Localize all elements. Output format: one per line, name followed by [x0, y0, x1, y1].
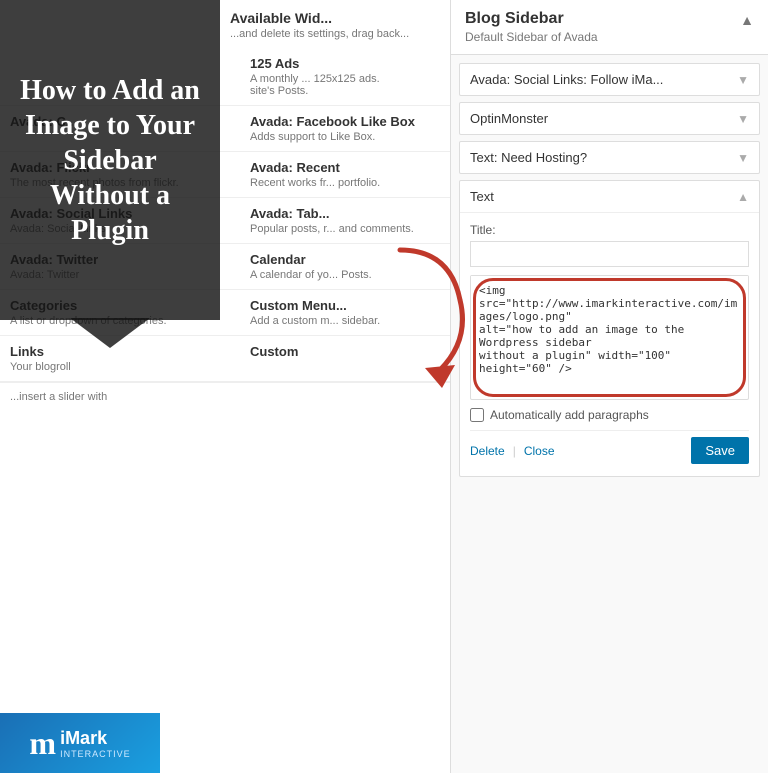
- widget-label: Text: Need Hosting?: [470, 150, 587, 165]
- chevron-up-icon: ▲: [737, 190, 749, 204]
- logo-tagline: INTERACTIVE: [60, 749, 131, 759]
- footer-separator: |: [513, 444, 516, 458]
- delete-link[interactable]: Delete: [470, 444, 505, 458]
- widget-content-textarea[interactable]: <img src="http://www.imarkinteractive.co…: [471, 276, 748, 396]
- widget-row-optinmonster[interactable]: OptinMonster ▼: [459, 102, 760, 135]
- save-button[interactable]: Save: [691, 437, 749, 464]
- auto-paragraphs-label: Automatically add paragraphs: [490, 408, 649, 422]
- text-widget-body: Title: <img src="http://www.imarkinterac…: [460, 213, 759, 476]
- text-widget-expanded: Text ▲ Title: <img src="http://www.imark…: [459, 180, 760, 477]
- title-field-label: Title:: [470, 223, 749, 237]
- sidebar-header: Blog Sidebar Default Sidebar of Avada ▲: [451, 0, 768, 55]
- widget-item-avada-fblikebox: Avada: Facebook Like Box Adds support to…: [240, 106, 450, 152]
- chevron-down-icon: ▼: [737, 73, 749, 87]
- widget-item-custom: Custom: [240, 336, 450, 382]
- logo-imark-label: iMark: [60, 728, 131, 749]
- widget-footer: Delete | Close Save: [470, 430, 749, 466]
- widget-item-recent: Avada: Recent Recent works fr... portfol…: [240, 152, 450, 198]
- right-panel: Blog Sidebar Default Sidebar of Avada ▲ …: [450, 0, 768, 773]
- logo: m iMark INTERACTIVE: [0, 713, 160, 773]
- code-textarea-wrapper: <img src="http://www.imarkinteractive.co…: [470, 275, 749, 400]
- sidebar-subtitle: Default Sidebar of Avada: [465, 30, 598, 44]
- widget-label: OptinMonster: [470, 111, 548, 126]
- text-widget-header-label: Text: [470, 189, 494, 204]
- widget-label: Avada: Social Links: Follow iMa...: [470, 72, 663, 87]
- chevron-down-icon: ▼: [737, 112, 749, 126]
- chevron-down-icon: ▼: [737, 151, 749, 165]
- widget-row-social-links[interactable]: Avada: Social Links: Follow iMa... ▼: [459, 63, 760, 96]
- sidebar-collapse-button[interactable]: ▲: [740, 12, 754, 28]
- logo-text: iMark INTERACTIVE: [60, 728, 131, 759]
- sidebar-widgets-list: Avada: Social Links: Follow iMa... ▼ Opt…: [451, 55, 768, 773]
- sidebar-title: Blog Sidebar: [465, 10, 598, 28]
- title-overlay: How to Add an Image to Your Sidebar With…: [0, 0, 220, 320]
- widget-item-calendar: Calendar A calendar of yo... Posts.: [240, 244, 450, 290]
- sidebar-info: Blog Sidebar Default Sidebar of Avada: [465, 10, 598, 44]
- available-widgets-title: Available Wid...: [230, 10, 332, 26]
- widget-item-125ads: 125 Ads A monthly ... 125x125 ads.site's…: [240, 48, 450, 106]
- widget-item-custommenu: Custom Menu... Add a custom m... sidebar…: [240, 290, 450, 336]
- auto-paragraphs-row: Automatically add paragraphs: [470, 400, 749, 426]
- text-widget-header[interactable]: Text ▲: [460, 181, 759, 213]
- auto-paragraphs-checkbox[interactable]: [470, 408, 484, 422]
- close-link[interactable]: Close: [524, 444, 555, 458]
- widget-row-needhosting[interactable]: Text: Need Hosting? ▼: [459, 141, 760, 174]
- overlay-title: How to Add an Image to Your Sidebar With…: [18, 73, 202, 248]
- widget-item-tab: Avada: Tab... Popular posts, r... and co…: [240, 198, 450, 244]
- logo-m-icon: m: [29, 725, 56, 762]
- widget-title-input[interactable]: [470, 241, 749, 267]
- left-panel: How to Add an Image to Your Sidebar With…: [0, 0, 450, 773]
